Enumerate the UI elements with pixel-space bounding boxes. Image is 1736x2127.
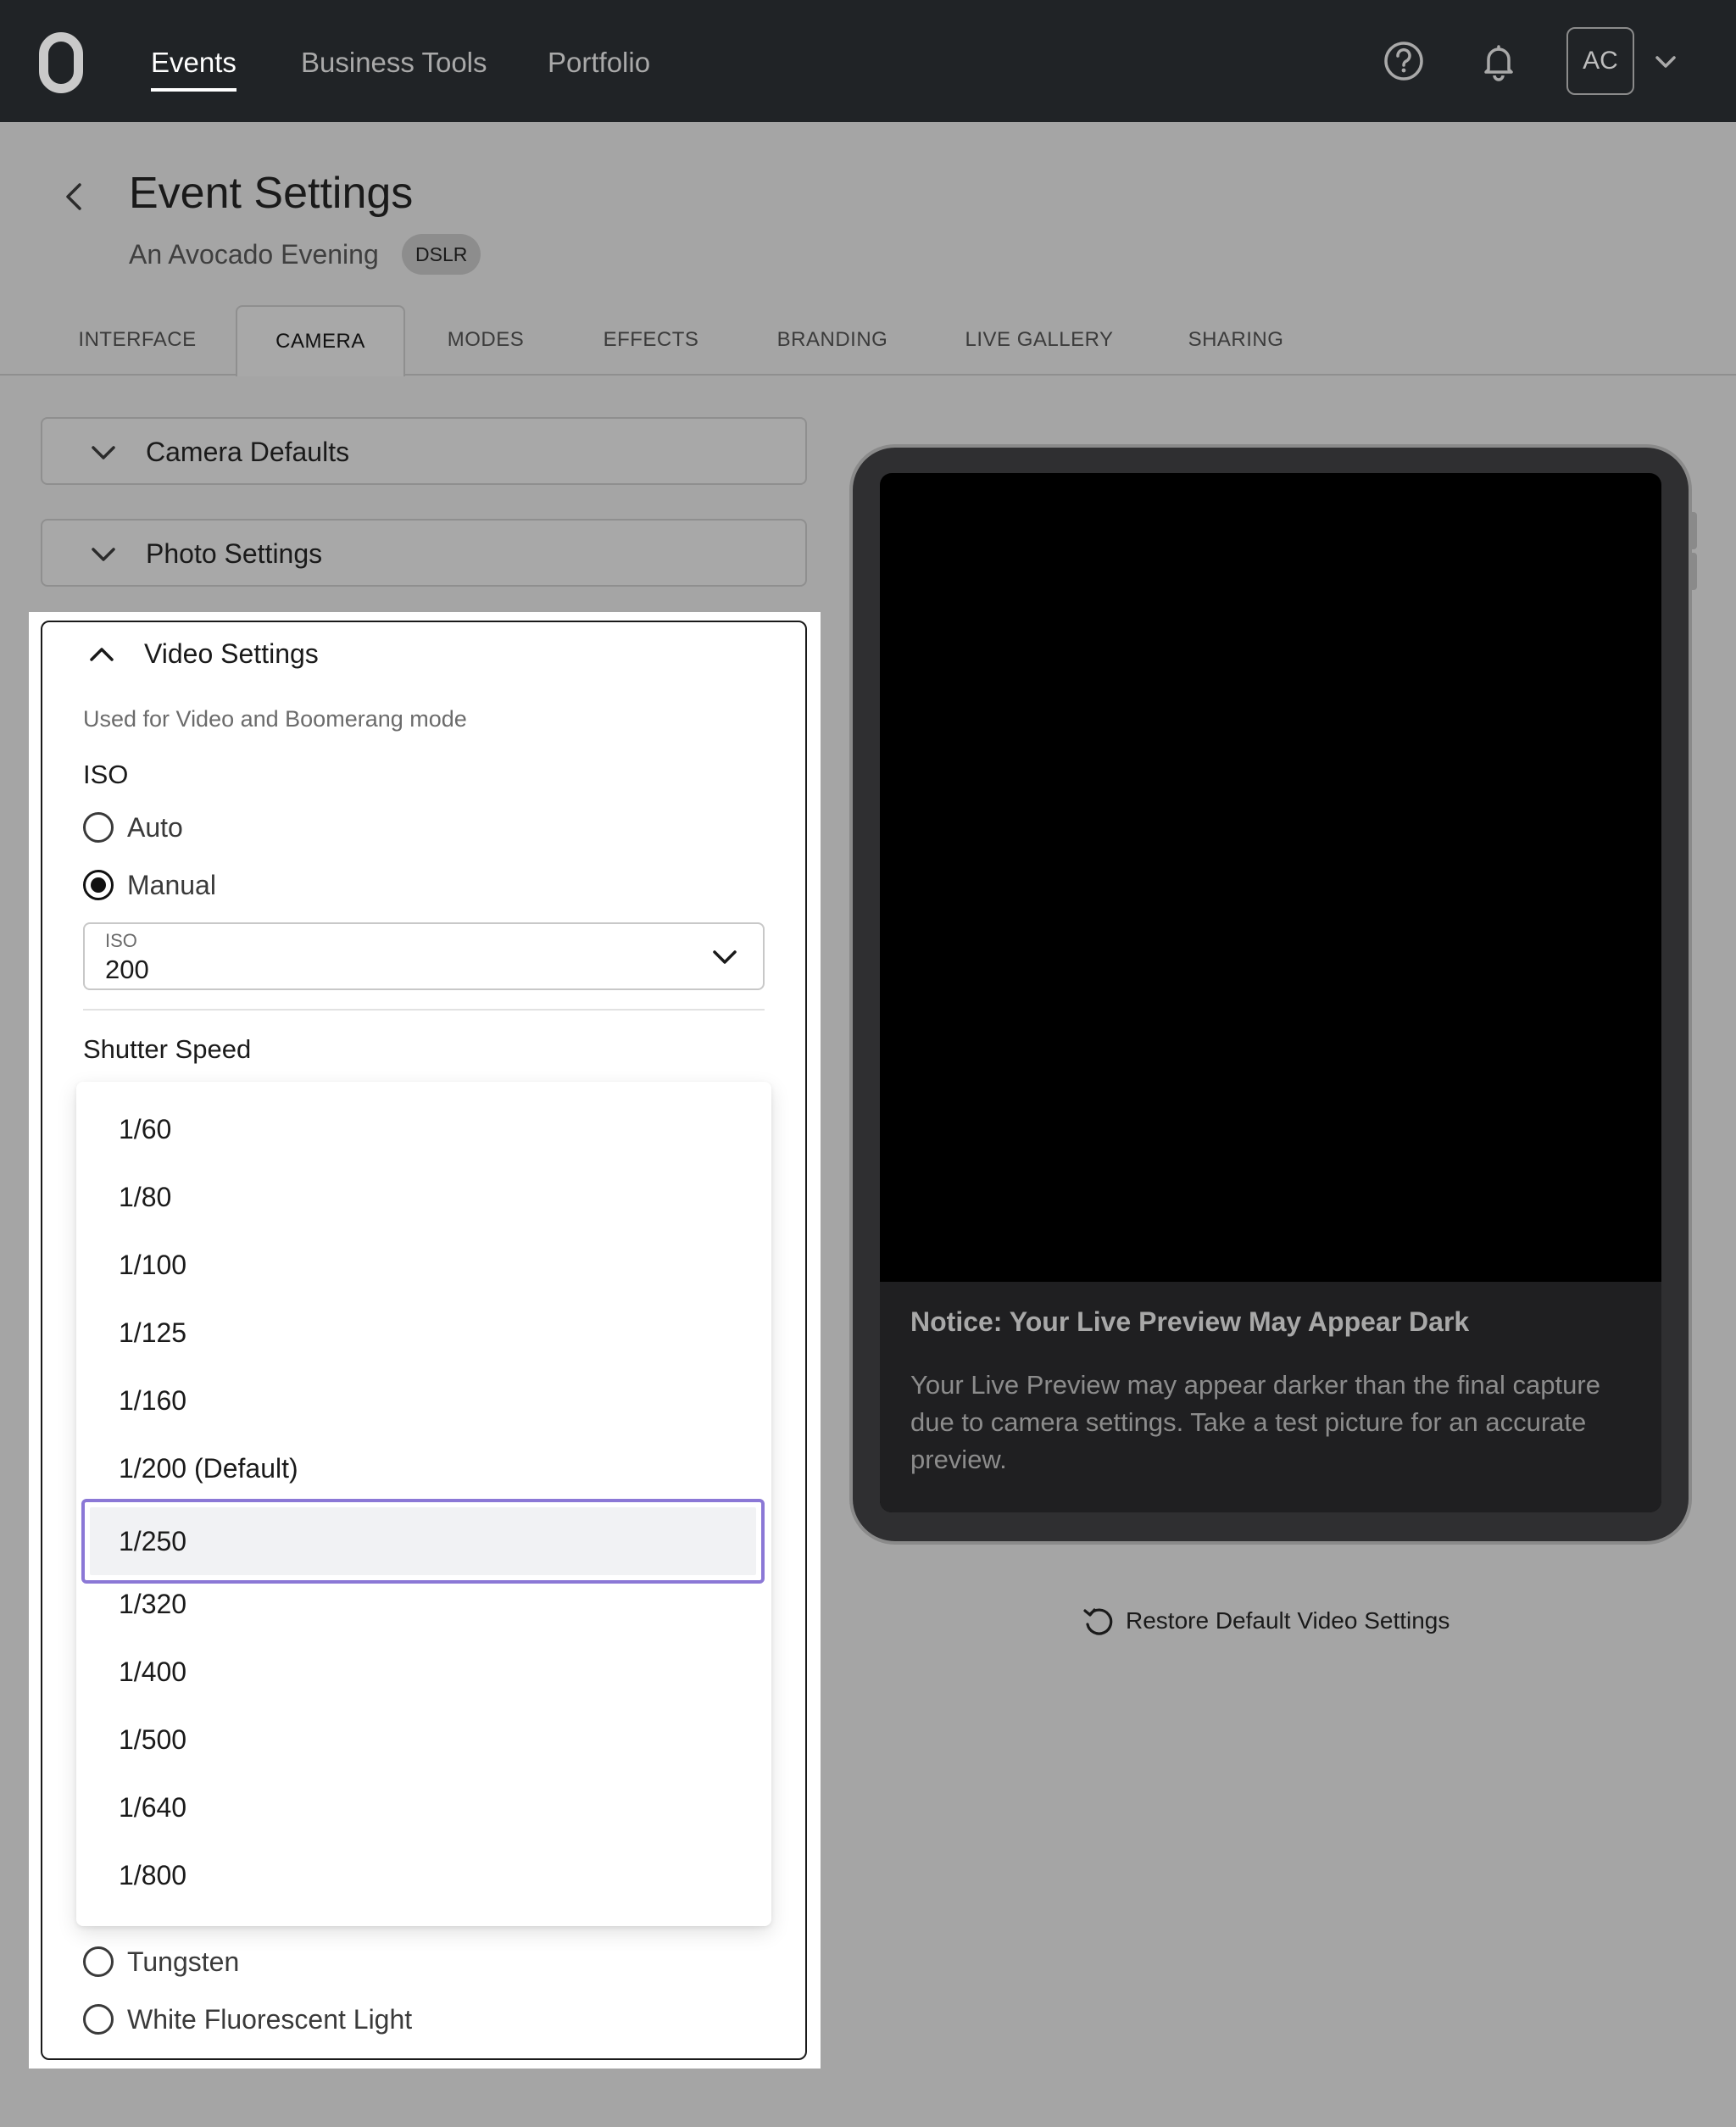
- chevron-down-icon[interactable]: [1653, 49, 1678, 75]
- iso-auto-radio[interactable]: [83, 812, 114, 843]
- accordion-label: Camera Defaults: [146, 437, 350, 467]
- device-side-button: [1690, 553, 1697, 590]
- accordion-label: Photo Settings: [146, 538, 323, 569]
- notice-title: Notice: Your Live Preview May Appear Dar…: [910, 1306, 1470, 1337]
- iso-auto-label[interactable]: Auto: [127, 810, 183, 844]
- shutter-option[interactable]: 1/160: [76, 1367, 771, 1434]
- tab-modes[interactable]: MODES: [417, 305, 554, 375]
- shutter-option[interactable]: 1/80: [76, 1163, 771, 1231]
- video-settings-description: Used for Video and Boomerang mode: [83, 706, 467, 732]
- iso-manual-radio[interactable]: [83, 870, 114, 900]
- shutter-speed-dropdown: 1/60 1/80 1/100 1/125 1/160 1/200 (Defau…: [76, 1082, 771, 1926]
- wb-tungsten-label[interactable]: Tungsten: [127, 1945, 239, 1979]
- video-settings-title: Video Settings: [144, 638, 319, 669]
- page-title: Event Settings: [129, 169, 414, 218]
- nav-link-portfolio[interactable]: Portfolio: [548, 44, 650, 81]
- user-avatar[interactable]: AC: [1566, 27, 1634, 95]
- shutter-speed-label: Shutter Speed: [83, 1034, 252, 1064]
- chevron-down-icon: [92, 446, 115, 459]
- iso-select-label: ISO: [105, 930, 137, 951]
- tab-effects[interactable]: EFFECTS: [573, 305, 729, 375]
- option-hover-highlight: [90, 1507, 756, 1575]
- accordion-camera-defaults[interactable]: Camera Defaults: [41, 417, 807, 485]
- accordion-photo-settings[interactable]: Photo Settings: [41, 519, 807, 587]
- chevron-down-icon: [713, 950, 737, 964]
- iso-select[interactable]: ISO 200: [83, 922, 765, 990]
- section-divider: [83, 1009, 765, 1011]
- iso-label: ISO: [83, 760, 129, 789]
- chevron-left-icon[interactable]: [61, 181, 88, 212]
- wb-white-fluorescent-label[interactable]: White Fluorescent Light: [127, 2002, 412, 2036]
- live-preview-screen: Notice: Your Live Preview May Appear Dar…: [880, 473, 1661, 1512]
- restore-icon: [1083, 1608, 1113, 1635]
- iso-manual-label[interactable]: Manual: [127, 868, 216, 902]
- restore-defaults-label: Restore Default Video Settings: [1126, 1607, 1450, 1634]
- chevron-down-icon: [92, 548, 115, 561]
- top-navigation-bar: Events Business Tools Portfolio AC: [0, 0, 1736, 122]
- app-logo[interactable]: [39, 32, 83, 93]
- chevron-up-icon[interactable]: [88, 643, 115, 666]
- wb-tungsten-radio[interactable]: [83, 1946, 114, 1977]
- shutter-option-label: 1/250: [119, 1526, 187, 1556]
- iso-select-value: 200: [105, 955, 149, 984]
- shutter-option[interactable]: 1/800: [76, 1841, 771, 1909]
- shutter-option[interactable]: 1/640: [76, 1773, 771, 1841]
- tab-camera[interactable]: CAMERA: [236, 305, 405, 376]
- tab-live-gallery[interactable]: LIVE GALLERY: [946, 305, 1132, 375]
- tab-branding[interactable]: BRANDING: [746, 305, 919, 375]
- shutter-option[interactable]: 1/200 (Default): [76, 1434, 771, 1502]
- nav-link-business-tools[interactable]: Business Tools: [301, 44, 487, 81]
- shutter-option[interactable]: 1/320: [76, 1570, 771, 1638]
- device-side-button: [1690, 512, 1697, 549]
- help-circle-icon[interactable]: [1382, 39, 1426, 83]
- notice-body: Your Live Preview may appear darker than…: [910, 1370, 1600, 1474]
- tab-sharing[interactable]: SHARING: [1165, 305, 1307, 375]
- shutter-option[interactable]: 1/500: [76, 1706, 771, 1773]
- nav-link-events[interactable]: Events: [151, 44, 236, 92]
- shutter-option[interactable]: 1/125: [76, 1299, 771, 1367]
- bell-icon[interactable]: [1477, 39, 1521, 83]
- shutter-option[interactable]: 1/400: [76, 1638, 771, 1706]
- tab-interface[interactable]: INTERFACE: [53, 305, 222, 375]
- shutter-option[interactable]: 1/60: [76, 1095, 771, 1163]
- wb-white-fluorescent-radio[interactable]: [83, 2004, 114, 2035]
- event-name: An Avocado Evening: [129, 239, 379, 270]
- shutter-option[interactable]: 1/100: [76, 1231, 771, 1299]
- status-badge: DSLR: [402, 234, 481, 275]
- preview-notice: Notice: Your Live Preview May Appear Dar…: [880, 1282, 1661, 1512]
